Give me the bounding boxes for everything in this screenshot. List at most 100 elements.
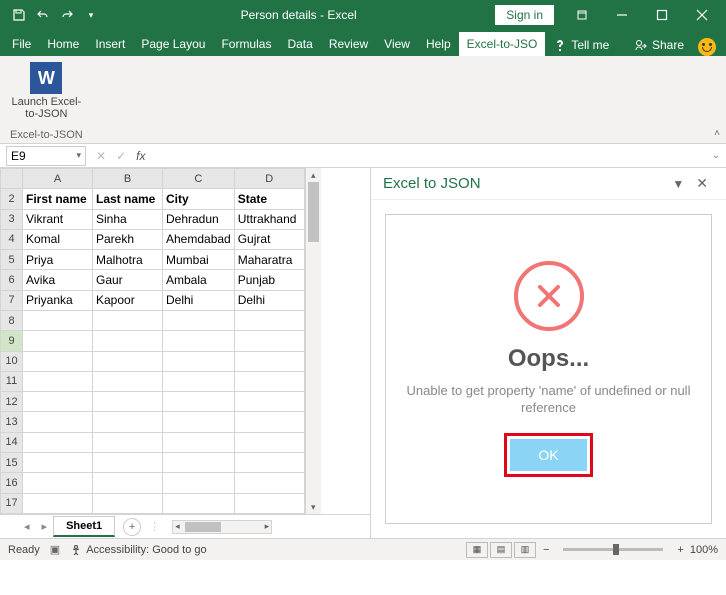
- cancel-formula-icon[interactable]: ✕: [96, 149, 106, 163]
- row-header-15[interactable]: 15: [1, 452, 23, 472]
- cell-D10[interactable]: [234, 351, 304, 371]
- cell-D13[interactable]: [234, 412, 304, 432]
- sheet-nav-prev-icon[interactable]: ◂: [18, 520, 36, 533]
- launch-addin-label[interactable]: Launch Excel- to-JSON: [12, 96, 82, 120]
- cell-D2[interactable]: State: [234, 189, 304, 209]
- cell-B9[interactable]: [93, 331, 163, 351]
- tab-insert[interactable]: Insert: [87, 32, 133, 56]
- cell-C6[interactable]: Ambala: [163, 270, 235, 290]
- normal-view-icon[interactable]: ▦: [466, 542, 488, 558]
- tab-view[interactable]: View: [376, 32, 418, 56]
- cell-A5[interactable]: Priya: [23, 250, 93, 270]
- zoom-level[interactable]: 100%: [690, 544, 718, 556]
- cell-D3[interactable]: Uttrakhand: [234, 209, 304, 229]
- pagelayout-view-icon[interactable]: ▤: [490, 542, 512, 558]
- cell-A8[interactable]: [23, 310, 93, 330]
- cell-A11[interactable]: [23, 371, 93, 391]
- name-box-dropdown-icon[interactable]: ▾: [76, 150, 81, 161]
- cell-C5[interactable]: Mumbai: [163, 250, 235, 270]
- cell-A6[interactable]: Avika: [23, 270, 93, 290]
- row-header-16[interactable]: 16: [1, 473, 23, 493]
- row-header-12[interactable]: 12: [1, 392, 23, 412]
- cell-B2[interactable]: Last name: [93, 189, 163, 209]
- cell-D12[interactable]: [234, 392, 304, 412]
- name-box[interactable]: E9 ▾: [6, 146, 86, 166]
- cell-D11[interactable]: [234, 371, 304, 391]
- cell-A12[interactable]: [23, 392, 93, 412]
- tab-file[interactable]: File: [4, 32, 39, 56]
- undo-icon[interactable]: [32, 4, 54, 26]
- cell-A13[interactable]: [23, 412, 93, 432]
- cell-B15[interactable]: [93, 452, 163, 472]
- cell-C15[interactable]: [163, 452, 235, 472]
- cell-D16[interactable]: [234, 473, 304, 493]
- cell-B4[interactable]: Parekh: [93, 229, 163, 249]
- new-sheet-icon[interactable]: +: [123, 518, 141, 536]
- cell-B16[interactable]: [93, 473, 163, 493]
- cell-D4[interactable]: Gujrat: [234, 229, 304, 249]
- tab-help[interactable]: Help: [418, 32, 459, 56]
- cell-D8[interactable]: [234, 310, 304, 330]
- cell-B14[interactable]: [93, 432, 163, 452]
- cell-B12[interactable]: [93, 392, 163, 412]
- cell-A3[interactable]: Vikrant: [23, 209, 93, 229]
- cell-B5[interactable]: Malhotra: [93, 250, 163, 270]
- cell-C11[interactable]: [163, 371, 235, 391]
- sheet-nav-next-icon[interactable]: ▸: [36, 520, 54, 533]
- save-icon[interactable]: [8, 4, 30, 26]
- cell-C10[interactable]: [163, 351, 235, 371]
- cell-A9[interactable]: [23, 331, 93, 351]
- collapse-ribbon-icon[interactable]: ˄: [714, 128, 720, 139]
- row-header-14[interactable]: 14: [1, 432, 23, 452]
- row-header-8[interactable]: 8: [1, 310, 23, 330]
- row-header-4[interactable]: 4: [1, 229, 23, 249]
- row-header-6[interactable]: 6: [1, 270, 23, 290]
- qat-dropdown-icon[interactable]: ▾: [80, 4, 102, 26]
- row-header-9[interactable]: 9: [1, 331, 23, 351]
- tab-data[interactable]: Data: [279, 32, 320, 56]
- scroll-thumb[interactable]: [308, 182, 319, 242]
- tab-review[interactable]: Review: [321, 32, 376, 56]
- cell-A14[interactable]: [23, 432, 93, 452]
- feedback-smiley-icon[interactable]: [698, 38, 716, 56]
- expand-formula-bar-icon[interactable]: ⌄: [706, 150, 726, 161]
- cell-D7[interactable]: Delhi: [234, 290, 304, 310]
- vertical-scrollbar[interactable]: ▴ ▾: [305, 168, 321, 514]
- sheet-tab-sheet1[interactable]: Sheet1: [53, 516, 115, 537]
- zoom-slider-knob[interactable]: [613, 544, 619, 555]
- tab-exceltojson[interactable]: Excel-to-JSO: [459, 32, 546, 56]
- formula-bar-input[interactable]: [161, 146, 705, 166]
- pagebreak-view-icon[interactable]: ▥: [514, 542, 536, 558]
- share-button[interactable]: Share: [626, 34, 692, 56]
- cell-A15[interactable]: [23, 452, 93, 472]
- cell-A7[interactable]: Priyanka: [23, 290, 93, 310]
- zoom-minus[interactable]: −: [543, 544, 549, 556]
- cell-D15[interactable]: [234, 452, 304, 472]
- taskpane-close-icon[interactable]: ✕: [690, 175, 714, 192]
- cell-A4[interactable]: Komal: [23, 229, 93, 249]
- cell-B10[interactable]: [93, 351, 163, 371]
- cell-C4[interactable]: Ahemdabad: [163, 229, 235, 249]
- enter-formula-icon[interactable]: ✓: [116, 149, 126, 163]
- cell-C9[interactable]: [163, 331, 235, 351]
- cell-B11[interactable]: [93, 371, 163, 391]
- maximize-icon[interactable]: [642, 0, 682, 30]
- fx-label[interactable]: fx: [136, 149, 145, 163]
- tab-pagelayout[interactable]: Page Layou: [133, 32, 213, 56]
- cell-B17[interactable]: [93, 493, 163, 514]
- row-header-2[interactable]: 2: [1, 189, 23, 209]
- select-all-corner[interactable]: [1, 169, 23, 189]
- row-header-10[interactable]: 10: [1, 351, 23, 371]
- tellme[interactable]: Tell me: [545, 34, 617, 56]
- row-header-3[interactable]: 3: [1, 209, 23, 229]
- cell-C17[interactable]: [163, 493, 235, 514]
- ribbon-options-icon[interactable]: [562, 0, 602, 30]
- minimize-icon[interactable]: [602, 0, 642, 30]
- horizontal-scrollbar[interactable]: ◂ ▸: [172, 520, 272, 534]
- cell-B8[interactable]: [93, 310, 163, 330]
- row-header-13[interactable]: 13: [1, 412, 23, 432]
- cell-D5[interactable]: Maharatra: [234, 250, 304, 270]
- cell-B13[interactable]: [93, 412, 163, 432]
- cell-A17[interactable]: [23, 493, 93, 514]
- launch-addin-icon[interactable]: W: [30, 62, 62, 94]
